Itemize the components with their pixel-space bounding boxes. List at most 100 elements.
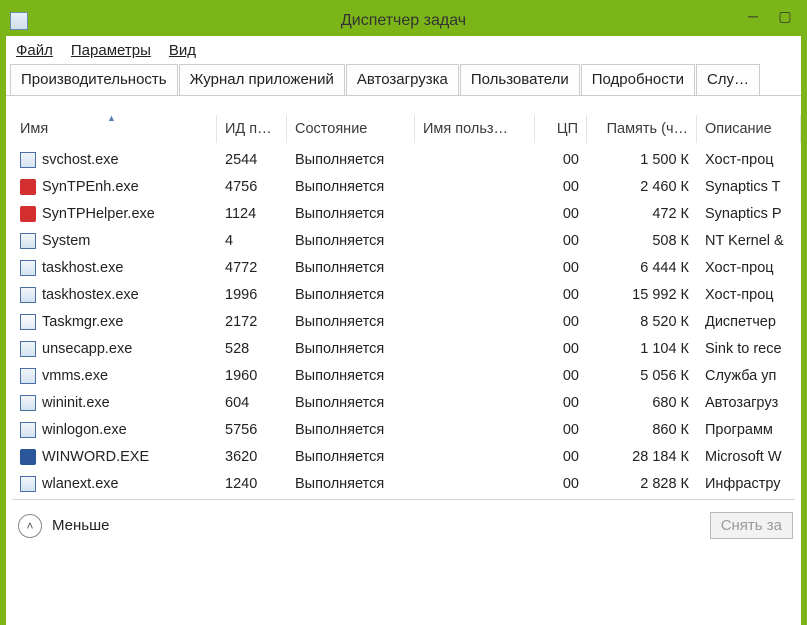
process-cpu: 00 <box>535 258 587 278</box>
process-mem: 2 828 К <box>587 474 697 494</box>
table-row[interactable]: taskhost.exe4772Выполняется006 444 КХост… <box>12 254 801 281</box>
process-desc: Диспетчер <box>697 312 801 332</box>
process-mem: 6 444 К <box>587 258 697 278</box>
process-desc: Sink to rece <box>697 339 801 359</box>
process-pid: 1240 <box>217 474 287 494</box>
process-state: Выполняется <box>287 231 415 251</box>
sort-indicator-icon: ▲ <box>107 115 116 123</box>
table-row[interactable]: SynTPHelper.exe1124Выполняется00472 КSyn… <box>12 200 801 227</box>
process-cpu: 00 <box>535 150 587 170</box>
process-name: svchost.exe <box>42 152 119 168</box>
process-state: Выполняется <box>287 420 415 440</box>
process-mem: 1 104 К <box>587 339 697 359</box>
process-icon <box>20 422 36 438</box>
process-user <box>415 158 535 162</box>
process-state: Выполняется <box>287 258 415 278</box>
process-name: wininit.exe <box>42 395 110 411</box>
table-row[interactable]: wlanext.exe1240Выполняется002 828 КИнфра… <box>12 470 801 496</box>
maximize-button[interactable]: ▢ <box>769 6 801 26</box>
process-user <box>415 185 535 189</box>
tab-0[interactable]: Производительность <box>10 64 178 96</box>
process-pid: 1960 <box>217 366 287 386</box>
fewer-details-button[interactable]: ˄ Меньше <box>18 514 109 538</box>
process-table: Имя ▲ ИД п… Состояние Имя польз… ЦП Памя… <box>6 96 801 496</box>
process-mem: 680 К <box>587 393 697 413</box>
col-desc[interactable]: Описание <box>697 115 801 143</box>
tab-1[interactable]: Журнал приложений <box>179 64 345 96</box>
process-state: Выполняется <box>287 150 415 170</box>
table-row[interactable]: System4Выполняется00508 КNT Kernel & <box>12 227 801 254</box>
tab-2[interactable]: Автозагрузка <box>346 64 459 96</box>
process-pid: 528 <box>217 339 287 359</box>
table-row[interactable]: WINWORD.EXE3620Выполняется0028 184 КMicr… <box>12 443 801 470</box>
process-icon <box>20 260 36 276</box>
tab-5[interactable]: Слу… <box>696 64 760 96</box>
table-row[interactable]: Taskmgr.exe2172Выполняется008 520 КДиспе… <box>12 308 801 335</box>
menu-options[interactable]: Параметры <box>71 42 151 59</box>
process-mem: 15 992 К <box>587 285 697 305</box>
process-cpu: 00 <box>535 231 587 251</box>
process-desc: Инфрастру <box>697 474 801 494</box>
process-pid: 3620 <box>217 447 287 467</box>
titlebar: Диспетчер задач ─ ▢ <box>6 6 801 36</box>
tab-3[interactable]: Пользователи <box>460 64 580 96</box>
col-name[interactable]: Имя ▲ <box>12 115 217 143</box>
process-desc: Хост-проц <box>697 285 801 305</box>
process-desc: Хост-проц <box>697 258 801 278</box>
col-pid[interactable]: ИД п… <box>217 115 287 143</box>
process-cpu: 00 <box>535 285 587 305</box>
process-mem: 5 056 К <box>587 366 697 386</box>
process-icon <box>20 206 36 222</box>
table-row[interactable]: svchost.exe2544Выполняется001 500 КХост-… <box>12 146 801 173</box>
col-user[interactable]: Имя польз… <box>415 115 535 143</box>
process-cpu: 00 <box>535 177 587 197</box>
process-name: SynTPEnh.exe <box>42 179 139 195</box>
process-name: wlanext.exe <box>42 476 119 492</box>
table-row[interactable]: winlogon.exe5756Выполняется00860 КПрогра… <box>12 416 801 443</box>
minimize-button[interactable]: ─ <box>737 6 769 26</box>
tab-4[interactable]: Подробности <box>581 64 695 96</box>
table-row[interactable]: taskhostex.exe1996Выполняется0015 992 КХ… <box>12 281 801 308</box>
process-cpu: 00 <box>535 447 587 467</box>
process-user <box>415 455 535 459</box>
process-user <box>415 482 535 486</box>
process-state: Выполняется <box>287 312 415 332</box>
process-cpu: 00 <box>535 339 587 359</box>
process-mem: 860 К <box>587 420 697 440</box>
process-mem: 472 К <box>587 204 697 224</box>
process-pid: 4772 <box>217 258 287 278</box>
process-desc: Программ <box>697 420 801 440</box>
process-user <box>415 320 535 324</box>
table-row[interactable]: SynTPEnh.exe4756Выполняется002 460 КSyna… <box>12 173 801 200</box>
table-row[interactable]: unsecapp.exe528Выполняется001 104 КSink … <box>12 335 801 362</box>
col-cpu[interactable]: ЦП <box>535 115 587 143</box>
process-pid: 1124 <box>217 204 287 224</box>
process-icon <box>20 395 36 411</box>
col-state[interactable]: Состояние <box>287 115 415 143</box>
process-mem: 28 184 К <box>587 447 697 467</box>
menubar: Файл Параметры Вид <box>6 36 801 63</box>
process-icon <box>20 476 36 492</box>
process-user <box>415 374 535 378</box>
process-state: Выполняется <box>287 366 415 386</box>
process-state: Выполняется <box>287 393 415 413</box>
process-mem: 8 520 К <box>587 312 697 332</box>
process-name: Taskmgr.exe <box>42 314 123 330</box>
col-mem[interactable]: Память (ч… <box>587 115 697 143</box>
process-state: Выполняется <box>287 474 415 494</box>
menu-view[interactable]: Вид <box>169 42 196 59</box>
process-pid: 1996 <box>217 285 287 305</box>
process-name: SynTPHelper.exe <box>42 206 155 222</box>
table-row[interactable]: wininit.exe604Выполняется00680 КАвтозагр… <box>12 389 801 416</box>
process-desc: NT Kernel & <box>697 231 801 251</box>
process-state: Выполняется <box>287 339 415 359</box>
process-user <box>415 401 535 405</box>
process-desc: Служба уп <box>697 366 801 386</box>
menu-file[interactable]: Файл <box>16 42 53 59</box>
end-task-button[interactable]: Снять за <box>710 512 793 539</box>
process-user <box>415 266 535 270</box>
table-row[interactable]: vmms.exe1960Выполняется005 056 КСлужба у… <box>12 362 801 389</box>
process-mem: 1 500 К <box>587 150 697 170</box>
fewer-label: Меньше <box>52 517 109 534</box>
process-desc: Synaptics T <box>697 177 801 197</box>
